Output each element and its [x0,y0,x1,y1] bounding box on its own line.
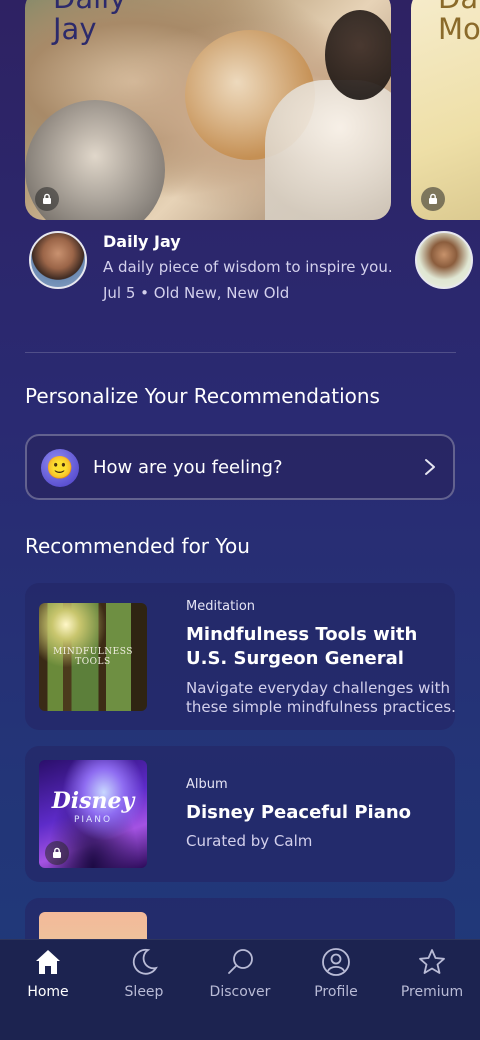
tab-home[interactable]: Home [0,946,96,1000]
hero-title-line: Mo [438,12,480,46]
tab-label: Sleep [124,984,164,1000]
tab-profile[interactable]: Profile [288,946,384,1000]
recommendation-card[interactable]: MINDFULNESS TOOLS Meditation Mindfulness… [25,583,456,730]
daily-jay-card[interactable]: Daily Jay [25,0,391,220]
how-are-you-feeling-button[interactable]: 🙂 How are you feeling? [25,434,455,500]
content-type-label: Album [186,777,228,792]
thumbnail-subtitle: PIANO [73,815,113,825]
content-type-label: Meditation [186,599,256,614]
star-icon [419,949,445,974]
tab-label: Discover [209,984,271,1000]
smiley-icon: 🙂 [41,449,79,487]
lock-icon [35,187,59,211]
next-author-avatar[interactable] [415,231,473,289]
tab-premium[interactable]: Premium [384,946,480,1000]
person-icon [322,948,350,976]
recommendation-title: Disney Peaceful Piano [186,802,412,823]
tab-label: Premium [400,984,464,1000]
bottom-tab-bar: Home Sleep Discover Profile Premium [0,939,480,1040]
tab-label: Profile [314,984,358,1000]
divider [25,352,456,353]
featured-description: A daily piece of wisdom to inspire you. [103,258,393,276]
hero-photo-shape [265,80,391,220]
thumbnail-brand: Disney [51,788,135,814]
tab-discover[interactable]: Discover [192,946,288,1000]
lock-icon [421,187,445,211]
lock-icon [45,841,69,865]
album-thumbnail: Disney PIANO [39,760,147,868]
tab-sleep[interactable]: Sleep [96,946,192,1000]
personalize-heading: Personalize Your Recommendations [25,384,380,408]
recommendation-title: Mindfulness Tools with U.S. Surgeon Gene… [186,624,418,669]
recommendation-card[interactable]: Disney PIANO Album Disney Peaceful Piano… [25,746,455,882]
hero-card-title: Daily Jay [53,0,126,45]
recommendation-description: Navigate everyday challenges with these … [186,679,456,716]
meditation-thumbnail: MINDFULNESS TOOLS [39,603,147,711]
author-avatar[interactable] [29,231,87,289]
thumbnail-text: MINDFULNESS TOOLS [53,647,133,667]
hero-card-title: Da Mo [438,0,480,45]
hero-title-line: Jay [53,12,97,46]
recommended-heading: Recommended for You [25,534,250,558]
home-screen: Daily Jay Da Mo Daily Jay A daily piece … [0,0,480,1040]
moon-icon [132,948,158,975]
carousel-card-next[interactable]: Da Mo [411,0,480,220]
recommendation-description: Curated by Calm [186,832,313,850]
home-icon [36,950,60,974]
featured-title: Daily Jay [103,232,181,251]
feeling-prompt: How are you feeling? [93,457,283,478]
featured-meta: Jul 5 • Old New, New Old [103,284,290,302]
tab-label: Home [27,984,69,1000]
magnifier-icon [228,949,253,974]
hero-photo-shape [325,10,391,100]
chevron-right-icon [425,459,435,475]
